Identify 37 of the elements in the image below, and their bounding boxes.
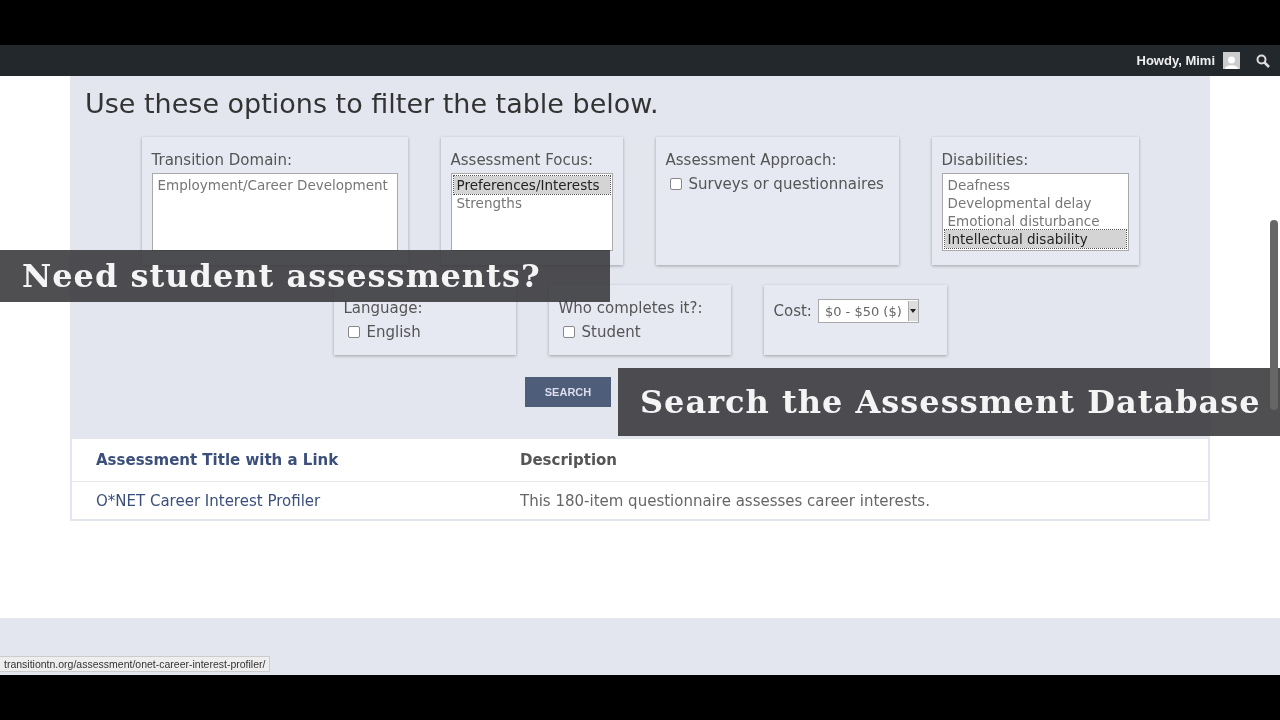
status-url: transitiontn.org/assessment/onet-career-interest-profiler/ (0, 656, 271, 672)
list-option[interactable]: Intellectual disability (944, 230, 1126, 248)
caption-banner: Need student assessments? (0, 250, 610, 302)
filter-label: Assessment Approach: (665, 151, 838, 169)
scrollbar[interactable] (1270, 220, 1278, 410)
greeting[interactable]: Howdy, Mimi (1136, 53, 1215, 68)
caret-icon (910, 309, 917, 313)
checkbox-label: Student (581, 323, 641, 341)
filter-label: Disabilities: (941, 151, 1030, 169)
filter-label: Who completes it?: (558, 299, 704, 317)
checkbox-label: Surveys or questionnaires (688, 175, 884, 193)
list-box[interactable]: Preferences/Interests Strengths (450, 173, 613, 251)
search-icon[interactable] (1256, 53, 1270, 68)
list-option[interactable]: Strengths (453, 194, 610, 212)
filter-label: Transition Domain: (151, 151, 294, 169)
list-option[interactable]: Developmental delay (944, 194, 1126, 212)
list-box[interactable]: Deafness Developmental delay Emotional disturbance Intellectual disability (941, 173, 1129, 251)
search-button[interactable]: SEARCH (525, 377, 611, 407)
filter-label: Language: (343, 299, 424, 317)
column-header: Assessment Title with a Link (96, 451, 340, 469)
list-option[interactable]: Deafness (944, 176, 1126, 194)
list-box[interactable]: Employment/Career Development (151, 173, 398, 251)
list-option[interactable]: Preferences/Interests (453, 176, 610, 194)
assessment-link[interactable]: O*NET Career Interest Profiler (96, 491, 321, 510)
table-cell-text: This 180-item questionnaire assesses career interests. (520, 491, 931, 510)
checkbox[interactable] (562, 326, 575, 338)
cost-select[interactable]: $0 - $50 ($) (817, 299, 919, 323)
filter-label: Cost: (773, 302, 812, 320)
checkbox-label: English (366, 323, 421, 341)
caption-banner: Search the Assessment Database (618, 368, 1280, 436)
checkbox[interactable] (669, 178, 682, 190)
checkbox[interactable] (347, 326, 360, 338)
column-header: Description (520, 451, 619, 469)
heading: Use these options to filter the table below. (85, 88, 660, 119)
list-option[interactable]: Emotional disturbance (944, 212, 1126, 230)
list-option[interactable]: Employment/Career Development (154, 176, 395, 194)
filter-label: Assessment Focus: (450, 151, 595, 169)
